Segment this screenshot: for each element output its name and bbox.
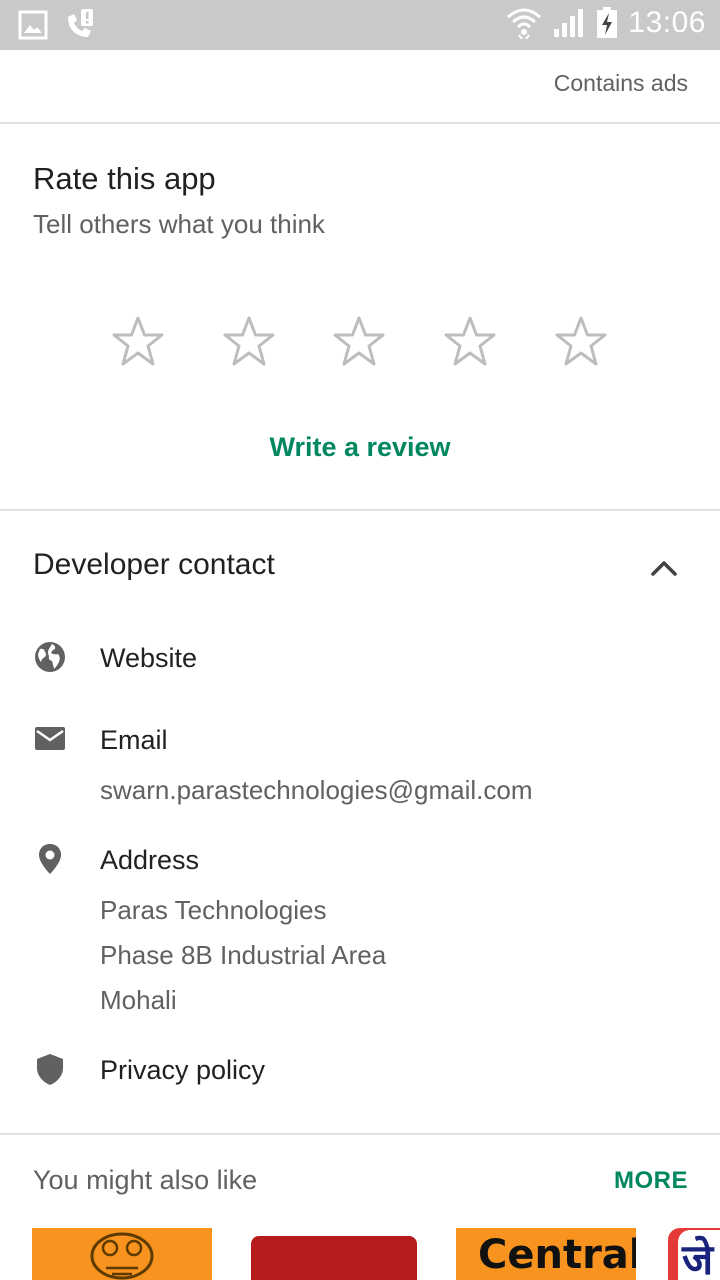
app-card-1[interactable] [32,1228,212,1280]
address-label: Address [100,845,200,875]
app-card-4[interactable]: जे [668,1228,720,1280]
section-divider [0,509,720,511]
status-bar-notifications [18,9,96,41]
location-pin-icon [39,844,61,874]
wifi-icon [507,8,542,39]
globe-icon [35,642,65,672]
status-bar-time: 13:06 [628,6,706,39]
email-value: swarn.parastechnologies@gmail.com [100,775,533,805]
emblem-icon [90,1232,154,1280]
chevron-up-icon[interactable] [640,548,688,588]
ads-notice-row: Contains ads [0,50,720,124]
app-card-3[interactable]: Central [456,1228,636,1280]
address-line: Phase 8B Industrial Area [100,940,387,970]
status-bar: 13:06 [0,0,720,50]
star-5-icon[interactable] [551,312,611,372]
star-3-icon[interactable] [329,312,389,372]
email-label: Email [100,725,168,755]
app-card-3-text: Central [478,1232,636,1278]
mail-icon [35,727,65,750]
star-rating [108,312,628,372]
section-divider [0,1133,720,1135]
gallery-icon [18,10,48,40]
more-button[interactable]: MORE [614,1167,688,1195]
website-label: Website [100,643,198,673]
developer-contact-title: Developer contact [33,548,275,581]
rate-app-subtitle: Tell others what you think [33,209,325,239]
status-bar-system: 13:06 [506,6,706,40]
app-card-4-text: जे [678,1230,720,1280]
app-card-2[interactable] [251,1236,417,1280]
contains-ads-label: Contains ads [553,70,688,96]
address-line: Paras Technologies [100,895,327,925]
shield-icon [37,1054,63,1085]
star-2-icon[interactable] [219,312,279,372]
missed-call-icon [68,9,93,37]
write-review-button[interactable]: Write a review [0,432,720,463]
star-1-icon[interactable] [108,312,168,372]
privacy-policy-label: Privacy policy [100,1055,266,1085]
address-line: Mohali [100,985,177,1015]
star-4-icon[interactable] [440,312,500,372]
battery-charging-icon [597,7,618,38]
rate-app-title: Rate this app [33,161,216,196]
signal-icon [554,9,584,37]
also-like-title: You might also like [33,1165,258,1195]
